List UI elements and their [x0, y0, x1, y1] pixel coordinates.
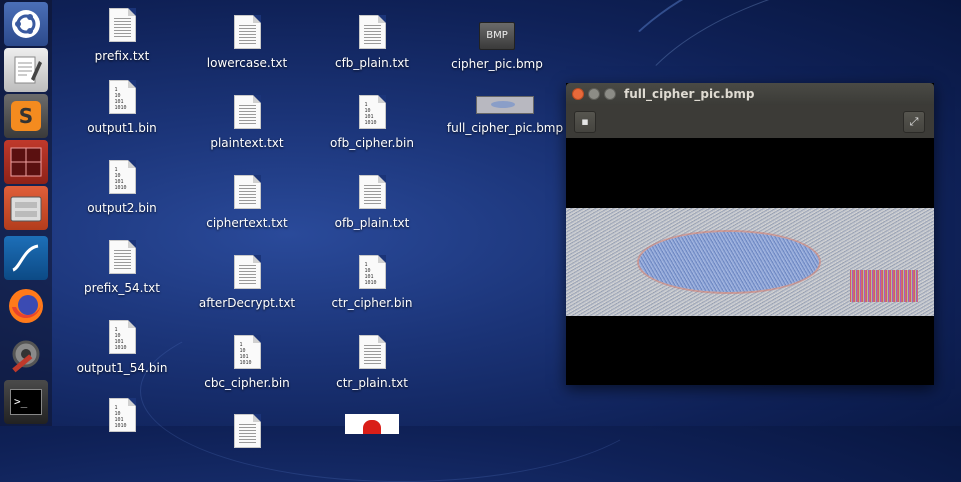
binary-file-icon: 1 10 101 1010	[358, 255, 386, 289]
firefox-icon	[4, 284, 48, 328]
dash-button[interactable]	[4, 2, 48, 46]
files-launcher[interactable]	[4, 186, 48, 230]
viewer-toolbar: ▪ ⤢	[566, 105, 934, 138]
file-label: output1.bin	[87, 121, 157, 135]
firefox-launcher[interactable]	[4, 284, 48, 328]
file-label: cipher_pic.bmp	[451, 57, 543, 71]
desktop-file-ofb-plain-txt[interactable]: ofb_plain.txt	[313, 175, 431, 230]
desktop-file-cbc-cipher-bin[interactable]: 1 10 101 1010 cbc_cipher.bin	[188, 335, 306, 390]
binary-file-icon: 1 10 101 1010	[233, 335, 261, 369]
desktop-file-prefix-54-txt[interactable]: prefix_54.txt	[63, 240, 181, 295]
desktop-file-ciphertext-txt[interactable]: ciphertext.txt	[188, 175, 306, 230]
text-file-icon	[233, 95, 261, 129]
file-label: full_cipher_pic.bmp	[446, 121, 564, 135]
text-file-icon	[233, 414, 261, 448]
sublime-text-launcher[interactable]: S	[4, 94, 48, 138]
encrypted-rectangle-shape	[850, 270, 918, 302]
file-label: ctr_plain.txt	[336, 376, 408, 390]
text-file-icon	[358, 15, 386, 49]
text-file-icon	[358, 175, 386, 209]
text-file-icon	[358, 335, 386, 369]
desktop-file-lowercase-txt[interactable]: lowercase.txt	[188, 15, 306, 70]
file-label: prefix.txt	[94, 49, 150, 63]
desktop-file-output1-bin[interactable]: 1 10 101 1010 output1.bin	[63, 80, 181, 135]
fullscreen-button[interactable]: ⤢	[903, 111, 925, 133]
text-file-icon	[233, 15, 261, 49]
settings-tools-icon	[4, 332, 48, 376]
grid-terminal-icon	[4, 140, 48, 184]
file-label: ctr_cipher.bin	[331, 296, 413, 310]
desktop-file-partial-txt[interactable]	[188, 414, 306, 448]
text-file-icon	[233, 175, 261, 209]
encrypted-image	[566, 208, 934, 316]
desktop-file-cipher-pic-bmp[interactable]: BMP cipher_pic.bmp	[438, 18, 556, 71]
system-settings-launcher[interactable]	[4, 332, 48, 376]
file-label: ofb_cipher.bin	[330, 136, 414, 150]
bmp-thumbnail-icon	[476, 96, 534, 114]
file-label: output1_54.bin	[76, 361, 168, 375]
window-title: full_cipher_pic.bmp	[624, 87, 755, 101]
file-label: prefix_54.txt	[84, 281, 160, 295]
desktop-file-output2-bin[interactable]: 1 10 101 1010 output2.bin	[63, 160, 181, 215]
desktop-file-output1-54-bin[interactable]: 1 10 101 1010 output1_54.bin	[63, 320, 181, 375]
binary-file-icon: 1 10 101 1010	[108, 398, 136, 432]
file-label: lowercase.txt	[206, 56, 288, 70]
file-cabinet-icon	[4, 186, 48, 230]
binary-file-icon: 1 10 101 1010	[108, 80, 136, 114]
terminal-launcher[interactable]: >_	[4, 380, 48, 424]
desktop-file-plaintext-txt[interactable]: plaintext.txt	[188, 95, 306, 150]
desktop-file-full-cipher-pic-bmp[interactable]: full_cipher_pic.bmp	[446, 84, 564, 135]
file-label: cbc_cipher.bin	[204, 376, 290, 390]
text-file-icon	[108, 8, 136, 42]
pin-button[interactable]: ▪	[574, 111, 596, 133]
desktop-file-prefix-txt[interactable]: prefix.txt	[63, 8, 181, 63]
desktop-file-cfb-plain-txt[interactable]: cfb_plain.txt	[313, 15, 431, 70]
binary-file-icon: 1 10 101 1010	[108, 160, 136, 194]
desktop-file-ctr-cipher-bin[interactable]: 1 10 101 1010 ctr_cipher.bin	[313, 255, 431, 310]
terminal-prompt-icon: >_	[4, 380, 48, 424]
text-editor-icon	[4, 48, 48, 92]
bmp-image-icon: BMP	[479, 22, 515, 50]
file-label: ofb_plain.txt	[334, 216, 410, 230]
desktop-file-partial-bin[interactable]: 1 10 101 1010	[63, 398, 181, 432]
file-label: output2.bin	[87, 201, 157, 215]
file-label: cfb_plain.txt	[334, 56, 409, 70]
maximize-button[interactable]	[604, 88, 616, 100]
wireshark-fin-icon	[4, 236, 48, 280]
sublime-text-icon: S	[4, 94, 48, 138]
grid-terminal-launcher[interactable]	[4, 140, 48, 184]
file-label: ciphertext.txt	[206, 216, 288, 230]
file-label: plaintext.txt	[210, 136, 284, 150]
text-editor-launcher[interactable]	[4, 48, 48, 92]
minimize-button[interactable]	[588, 88, 600, 100]
close-button[interactable]	[572, 88, 584, 100]
binary-file-icon: 1 10 101 1010	[108, 320, 136, 354]
desktop-file-afterdecrypt-txt[interactable]: afterDecrypt.txt	[188, 255, 306, 310]
desktop-file-ofb-cipher-bin[interactable]: 1 10 101 1010 ofb_cipher.bin	[313, 95, 431, 150]
file-label: afterDecrypt.txt	[198, 296, 296, 310]
image-viewer-window: full_cipher_pic.bmp ▪ ⤢	[566, 83, 934, 385]
window-titlebar[interactable]: full_cipher_pic.bmp	[566, 83, 934, 105]
binary-file-icon: 1 10 101 1010	[358, 95, 386, 129]
desktop-file-partial-pdf[interactable]	[313, 414, 431, 434]
wireshark-launcher[interactable]	[4, 236, 48, 280]
text-file-icon	[108, 240, 136, 274]
desktop-file-ctr-plain-txt[interactable]: ctr_plain.txt	[313, 335, 431, 390]
text-file-icon	[233, 255, 261, 289]
pin-icon: ▪	[581, 115, 589, 128]
ubuntu-logo-icon	[4, 2, 48, 46]
encrypted-ellipse-shape	[639, 232, 819, 292]
image-canvas[interactable]	[566, 138, 934, 385]
fullscreen-icon: ⤢	[909, 115, 919, 128]
pdf-file-icon	[345, 414, 399, 434]
launcher: S >_	[0, 0, 52, 426]
